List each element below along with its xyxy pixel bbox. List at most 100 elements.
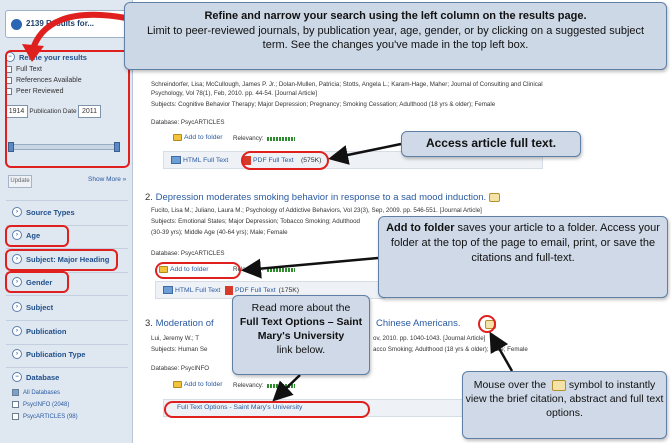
divider: [6, 367, 128, 368]
db-psycinfo[interactable]: PsycINFO (2048): [12, 401, 69, 408]
result1-relevancy: Relevancy:: [233, 135, 295, 142]
callout-mouse-over: Mouse over the symbol to instantly view …: [462, 371, 667, 439]
facet-label: Database: [26, 372, 60, 382]
divider: [6, 344, 128, 345]
callout-ftopt-bold: Full Text Options – Saint Mary's Univers…: [239, 316, 363, 342]
checkbox[interactable]: [12, 413, 19, 420]
html-icon: [163, 286, 173, 294]
highlight-pdf-full-text: [241, 151, 329, 170]
result3-title-end[interactable]: Chinese Americans.: [376, 318, 460, 329]
callout-mouse-pre: Mouse over the: [473, 379, 547, 391]
checkbox[interactable]: [12, 401, 19, 408]
result2-ages: (30-39 yrs); Middle Age (40-64 yrs); Mal…: [151, 229, 288, 236]
relevancy-label: Relevancy:: [233, 382, 264, 389]
callout-folder-bold: Add to folder: [386, 222, 455, 234]
highlight-full-text-options: [164, 401, 370, 418]
link-label: HTML Full Text: [183, 156, 229, 164]
result2-html-full-text[interactable]: HTML Full Text: [163, 286, 220, 294]
facet-subject[interactable]: › Subject: [12, 302, 53, 312]
db-psycarticles[interactable]: PsycARTICLES (98): [12, 413, 78, 420]
callout-refine-instructions: Refine and narrow your search using the …: [124, 2, 667, 70]
facet-label: Publication Type: [26, 349, 86, 359]
result2-source: Fucito, Lisa M.; Juliano, Laura M.; Psyc…: [151, 207, 482, 214]
expand-icon: ›: [12, 302, 22, 312]
result1-html-full-text[interactable]: HTML Full Text: [171, 156, 228, 164]
divider: [6, 320, 128, 321]
highlight-subject-major-heading: [5, 249, 118, 271]
title-text: Chinese Americans.: [376, 318, 461, 329]
result3-subjects-start: Subjects: Human Se: [151, 346, 208, 353]
divider: [6, 200, 128, 201]
result3-relevancy: Relevancy:: [233, 382, 295, 389]
search-count-box: 2139 Results for...: [5, 10, 128, 38]
highlight-magnifier: [478, 315, 496, 333]
facet-label: Source Types: [26, 207, 75, 217]
collapse-icon: −: [12, 372, 22, 382]
link-label: HTML Full Text: [175, 286, 221, 294]
callout-top-title: Refine and narrow your search using the …: [204, 10, 587, 22]
preview-magnifier-icon[interactable]: [489, 192, 501, 202]
highlight-gender: [5, 271, 69, 293]
callout-ftopt-post: link below.: [276, 344, 326, 356]
highlight-add-folder: [155, 262, 241, 279]
facet-label: Publication: [26, 326, 67, 336]
db-all[interactable]: All Databases: [12, 389, 60, 396]
relevancy-meter: [266, 136, 295, 141]
result1-database: Database: PsycARTICLES: [151, 119, 225, 126]
html-icon: [171, 156, 181, 164]
result1-add-folder[interactable]: Add to folder: [173, 134, 223, 141]
facet-label: Subject: [26, 302, 54, 312]
highlight-age: [5, 225, 69, 247]
callout-add-to-folder: Add to folder saves your article to a fo…: [378, 216, 668, 298]
expand-icon: ›: [12, 349, 22, 359]
link-label: Add to folder: [184, 381, 223, 388]
facet-publication-type[interactable]: › Publication Type: [12, 349, 85, 359]
magnifier-icon: [552, 379, 566, 391]
divider: [6, 295, 128, 296]
result2-subjects: Subjects: Emotional States; Major Depres…: [151, 218, 360, 225]
result2-relevancy: Relevancy:: [233, 266, 295, 273]
facet-source-types[interactable]: › Source Types: [12, 207, 75, 217]
result1-source: Psychology, Vol 78(1), Feb, 2010. pp. 44…: [151, 90, 318, 97]
search-count-text: 2139 Results for...: [26, 19, 95, 28]
relevancy-label: Relevancy:: [233, 135, 264, 142]
result-number: 2.: [145, 192, 153, 203]
db-label: PsycINFO (2048): [23, 401, 70, 408]
result3-subjects-end: acco Smoking; Adulthood (18 yrs & older)…: [373, 346, 528, 353]
folder-icon: [173, 381, 182, 388]
pdf-size: (175K): [278, 287, 300, 294]
callout-full-text-options: Read more about the Full Text Options – …: [232, 295, 370, 375]
link-label: Add to folder: [184, 134, 223, 141]
relevancy-meter: [266, 267, 295, 272]
pdf-icon: [225, 286, 233, 295]
callout-access-full-text: Access article full text.: [401, 131, 581, 157]
title-text: Depression moderates smoking behavior in…: [155, 192, 487, 203]
result3-authors: Lui, Jeremy W.; T: [151, 335, 200, 342]
folder-icon: [173, 134, 182, 141]
show-more-link[interactable]: Show More »: [88, 176, 126, 183]
facet-database[interactable]: − Database: [12, 372, 59, 382]
link-label: PDF Full Text: [235, 287, 276, 294]
callout-top-body: Limit to peer-reviewed journals, by publ…: [146, 24, 645, 52]
checkbox[interactable]: [12, 389, 19, 396]
result3-add-folder[interactable]: Add to folder: [173, 381, 223, 388]
db-label: All Databases: [23, 389, 61, 396]
result2-pdf-full-text[interactable]: PDF Full Text (175K): [225, 286, 299, 295]
result-number: 3.: [145, 318, 153, 329]
relevancy-meter: [266, 383, 295, 388]
facet-publication[interactable]: › Publication: [12, 326, 66, 336]
search-icon: [11, 19, 22, 30]
highlight-refine-box: [5, 50, 130, 168]
result2-title[interactable]: 2. Depression moderates smoking behavior…: [145, 192, 501, 203]
result3-source-end: ov, 2010. pp. 1040-1043. [Journal Articl…: [373, 335, 486, 342]
expand-icon: ›: [12, 326, 22, 336]
result1-subjects: Subjects: Cognitive Behavior Therapy; Ma…: [151, 101, 496, 108]
title-text: Moderation of: [155, 318, 214, 329]
result3-title-start[interactable]: 3. Moderation of: [145, 318, 214, 329]
result2-database: Database: PsycARTICLES: [151, 250, 225, 257]
db-label: PsycARTICLES (98): [23, 413, 78, 420]
result1-authors: Schreindorfer, Lisa; McCullough, James P…: [151, 81, 543, 88]
expand-icon: ›: [12, 207, 22, 217]
result3-database: Database: PsycINFO: [151, 365, 210, 372]
update-button[interactable]: Update: [8, 175, 32, 188]
